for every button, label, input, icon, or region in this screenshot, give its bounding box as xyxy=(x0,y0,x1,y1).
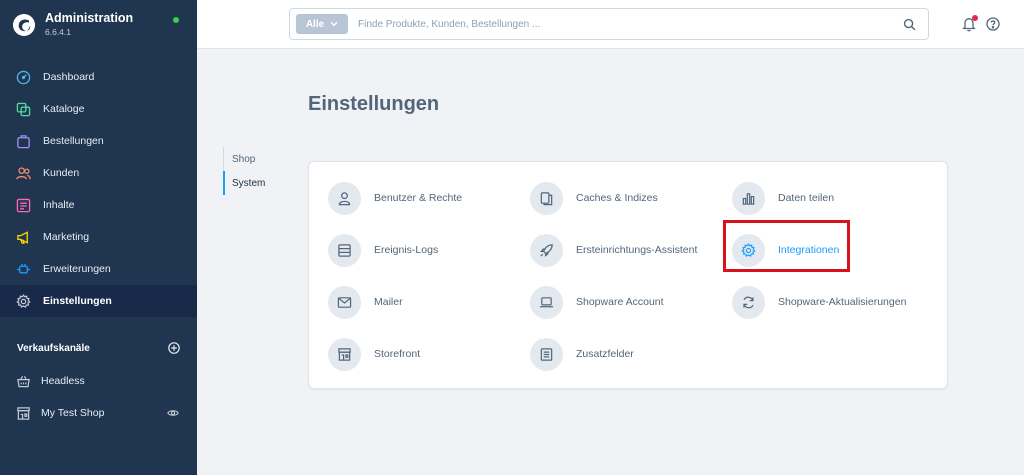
users-icon xyxy=(16,166,31,181)
nav-item-marketing[interactable]: Marketing xyxy=(0,221,197,253)
user-icon xyxy=(338,191,351,205)
app-title: Administration xyxy=(45,11,134,25)
nav-item-label: Kataloge xyxy=(43,103,85,115)
help-icon[interactable] xyxy=(986,17,1000,31)
setting-daten-teilen[interactable]: Daten teilen xyxy=(732,181,834,215)
setting-label: Ereignis-Logs xyxy=(374,244,439,256)
shopware-logo-icon xyxy=(13,14,35,36)
setting-label: Caches & Indizes xyxy=(576,192,658,204)
search-input[interactable] xyxy=(358,18,898,30)
sales-channel-my-test-shop[interactable]: My Test Shop xyxy=(0,397,197,429)
highlight-frame xyxy=(723,220,850,272)
setting-mailer[interactable]: Mailer xyxy=(328,285,403,319)
laptop-icon xyxy=(539,296,554,307)
nav-item-einstellungen[interactable]: Einstellungen xyxy=(0,285,197,317)
sales-channels-heading: Verkaufskanäle xyxy=(17,342,90,354)
nav-item-label: Dashboard xyxy=(43,71,95,83)
tab-system[interactable]: System xyxy=(223,171,293,195)
nav-item-kataloge[interactable]: Kataloge xyxy=(0,93,197,125)
nav-item-label: Bestellungen xyxy=(43,135,104,147)
search-icon[interactable] xyxy=(903,18,916,31)
content-icon xyxy=(16,198,31,213)
chart-bars-icon xyxy=(742,192,755,205)
plug-icon xyxy=(16,262,31,277)
add-circle-icon[interactable] xyxy=(168,342,180,354)
sales-channel-label: My Test Shop xyxy=(41,407,105,419)
global-search: Alle xyxy=(289,8,929,40)
setting-label: Zusatzfelder xyxy=(576,348,634,360)
sales-channel-list: Headless My Test Shop xyxy=(0,365,197,429)
storefront-icon xyxy=(16,406,31,421)
setting-label: Benutzer & Rechte xyxy=(374,192,463,204)
envelope-icon xyxy=(337,296,352,308)
setting-shopware-account[interactable]: Shopware Account xyxy=(530,285,664,319)
app-version: 6.6.4.1 xyxy=(45,27,71,37)
nav-item-label: Marketing xyxy=(43,231,90,243)
setting-zusatzfelder[interactable]: Zusatzfelder xyxy=(530,337,634,371)
nav-item-label: Kunden xyxy=(43,167,80,179)
tab-shop[interactable]: Shop xyxy=(223,147,293,171)
setting-label: Shopware-Aktualisierungen xyxy=(778,296,907,308)
sales-channel-headless[interactable]: Headless xyxy=(0,365,197,397)
settings-tabs: Shop System xyxy=(223,147,293,195)
copy-icon xyxy=(16,102,31,117)
chevron-down-icon xyxy=(330,21,338,27)
setting-label: Ersteinrichtungs-Assistent xyxy=(576,244,698,256)
setting-ersteinrichtungs-assistent[interactable]: Ersteinrichtungs-Assistent xyxy=(530,233,697,267)
search-type-label: Alle xyxy=(305,18,325,30)
nav-item-bestellungen[interactable]: Bestellungen xyxy=(0,125,197,157)
settings-card: Benutzer & Rechte Ereignis-Logs Mailer S… xyxy=(308,161,948,389)
page-title: Einstellungen xyxy=(308,93,440,115)
storefront-icon xyxy=(338,347,351,361)
notification-badge xyxy=(972,15,978,21)
megaphone-icon xyxy=(16,230,31,245)
basket-icon xyxy=(16,374,31,389)
setting-caches-indizes[interactable]: Caches & Indizes xyxy=(530,181,658,215)
online-status-indicator xyxy=(173,17,179,23)
brand[interactable]: Administration 6.6.4.1 xyxy=(12,10,133,46)
sidebar: Administration 6.6.4.1 Dashboard Katalog… xyxy=(0,0,197,475)
nav-item-kunden[interactable]: Kunden xyxy=(0,157,197,189)
cog-icon xyxy=(16,293,31,309)
search-type-select[interactable]: Alle xyxy=(296,14,348,34)
sales-channel-label: Headless xyxy=(41,375,85,387)
setting-label: Shopware Account xyxy=(576,296,664,308)
nav-item-dashboard[interactable]: Dashboard xyxy=(0,61,197,93)
setting-storefront[interactable]: Storefront xyxy=(328,337,420,371)
top-bar: Alle xyxy=(197,0,1024,49)
list-icon xyxy=(338,243,351,257)
shopping-bag-icon xyxy=(16,134,31,149)
setting-ereignis-logs[interactable]: Ereignis-Logs xyxy=(328,233,438,267)
main-nav: Dashboard Kataloge Bestellungen Kunden I… xyxy=(0,61,197,317)
nav-item-label: Erweiterungen xyxy=(43,263,111,275)
rocket-icon xyxy=(540,243,553,257)
nav-item-label: Inhalte xyxy=(43,199,75,211)
nav-item-label: Einstellungen xyxy=(43,295,112,307)
setting-label: Storefront xyxy=(374,348,421,360)
sales-channels-header: Verkaufskanäle xyxy=(17,342,180,354)
setting-benutzer-rechte[interactable]: Benutzer & Rechte xyxy=(328,181,462,215)
files-icon xyxy=(540,191,553,205)
setting-shopware-aktualisierungen[interactable]: Shopware-Aktualisierungen xyxy=(732,285,906,319)
setting-label: Mailer xyxy=(374,296,403,308)
eye-icon[interactable] xyxy=(167,407,179,419)
gauge-icon xyxy=(16,70,31,85)
nav-item-inhalte[interactable]: Inhalte xyxy=(0,189,197,221)
setting-label: Daten teilen xyxy=(778,192,835,204)
sync-icon xyxy=(743,296,754,308)
nav-item-erweiterungen[interactable]: Erweiterungen xyxy=(0,253,197,285)
document-icon xyxy=(540,347,553,361)
